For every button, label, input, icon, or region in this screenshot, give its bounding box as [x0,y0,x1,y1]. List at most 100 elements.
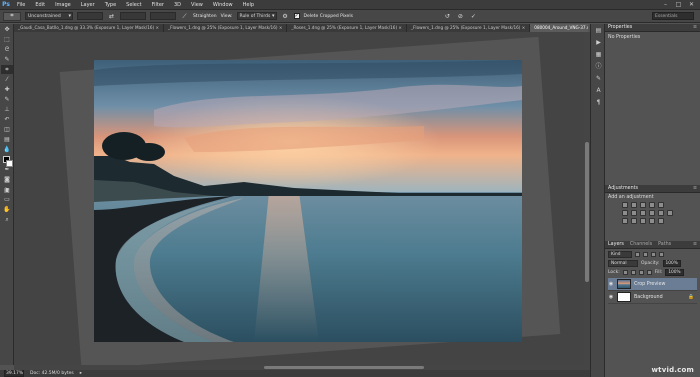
swap-icon[interactable]: ⇄ [107,12,116,21]
doc-tab[interactable]: _Flowers_1.dng @ 25% (Exposure 1, Layer … [407,24,531,32]
eyedropper-tool-icon[interactable]: ⁄ [1,75,13,84]
character-icon[interactable]: A [593,86,604,96]
close-button[interactable]: ✕ [687,1,696,8]
blur-tool-icon[interactable]: 💧 [1,145,13,154]
marquee-tool-icon[interactable]: ⬚ [1,35,13,44]
properties-tab[interactable]: Properties [608,25,632,30]
layer-row[interactable]: ◉ Background 🔒 [608,291,697,304]
history-icon[interactable]: ▤ [593,26,604,36]
vertical-scroll-thumb[interactable] [585,142,589,282]
workspace-select[interactable]: Essentials [652,12,694,20]
opacity-field[interactable]: 100% [662,260,681,267]
vibrance-icon[interactable] [658,202,664,208]
selective-color-icon[interactable] [658,218,664,224]
menu-edit[interactable]: Edit [30,0,50,10]
fill-field[interactable]: 100% [665,269,684,276]
visibility-eye-icon[interactable]: ◉ [608,294,614,300]
menu-help[interactable]: Help [238,0,259,10]
minimize-button[interactable]: – [661,1,670,8]
black-white-icon[interactable] [640,210,646,216]
threshold-icon[interactable] [640,218,646,224]
visibility-eye-icon[interactable]: ◉ [608,281,614,287]
swatches-icon[interactable]: ▦ [593,50,604,60]
filter-adjustment-icon[interactable] [643,252,648,257]
lock-transparent-icon[interactable] [622,270,628,275]
width-field[interactable] [77,12,103,20]
paths-tab[interactable]: Paths [658,242,671,247]
commit-check-icon[interactable]: ✓ [469,12,478,21]
menu-layer[interactable]: Layer [76,0,100,10]
delete-cropped-checkbox[interactable]: ✓ [293,13,300,19]
hue-saturation-icon[interactable] [622,210,628,216]
panel-menu-icon[interactable]: ≡ [693,25,697,30]
quick-select-tool-icon[interactable]: ✎ [1,55,13,64]
gradient-tool-icon[interactable]: ▤ [1,135,13,144]
exposure-icon[interactable] [649,202,655,208]
levels-icon[interactable] [631,202,637,208]
eraser-tool-icon[interactable]: ◫ [1,125,13,134]
menu-image[interactable]: Image [50,0,76,10]
menu-select[interactable]: Select [121,0,146,10]
quick-mask-icon[interactable]: ◙ [1,175,13,184]
brightness-contrast-icon[interactable] [622,202,628,208]
adjustments-panel-header[interactable]: Adjustments ≡ [605,185,700,193]
horizontal-scroll-thumb[interactable] [264,366,424,369]
clear-button[interactable] [150,12,176,20]
healing-tool-icon[interactable]: ✚ [1,85,13,94]
overlay-select[interactable]: Rule of Thirds [236,12,277,20]
filter-pixel-icon[interactable] [635,252,640,257]
straighten-button[interactable]: Straighten [193,14,217,19]
color-balance-icon[interactable] [631,210,637,216]
lasso-tool-icon[interactable]: ᘓ [1,45,13,54]
zoom-level[interactable]: 39.17% [4,370,24,377]
curves-icon[interactable] [640,202,646,208]
reset-icon[interactable]: ↺ [443,12,452,21]
layer-row[interactable]: ◉ Crop Preview [608,278,697,291]
crop-preview-image[interactable] [94,60,522,342]
brush-icon[interactable]: ✎ [593,74,604,84]
zoom-tool-icon[interactable]: ⌕ [1,215,13,224]
shape-tool-icon[interactable]: ▭ [1,195,13,204]
info-icon[interactable]: ⓘ [593,62,604,72]
maximize-button[interactable]: □ [674,1,683,8]
blend-mode-select[interactable]: Normal [608,260,638,267]
cancel-icon[interactable]: ⊘ [456,12,465,21]
menu-type[interactable]: Type [100,0,121,10]
color-lookup-icon[interactable] [667,210,673,216]
layers-tab[interactable]: Layers [608,242,624,247]
screen-mode-icon[interactable]: ▣ [1,186,13,195]
gradient-map-icon[interactable] [649,218,655,224]
menu-file[interactable]: File [12,0,30,10]
menu-window[interactable]: Window [208,0,238,10]
height-field[interactable] [120,12,146,20]
hand-tool-icon[interactable]: ✋ [1,205,13,214]
panel-menu-icon[interactable]: ≡ [693,242,697,247]
doc-size[interactable]: Doc: 42.5M/0 bytes [30,371,74,376]
straighten-icon[interactable]: ⟋ [180,12,189,21]
background-color-swatch[interactable] [6,160,13,167]
status-arrow-icon[interactable]: ▸ [80,371,82,376]
actions-icon[interactable]: ▶ [593,38,604,48]
doc-tab[interactable]: _Flowers_1.dng @ 25% (Exposure 1, Layer … [164,24,288,32]
channels-tab[interactable]: Channels [630,242,652,247]
filter-shape-icon[interactable] [659,252,664,257]
history-brush-tool-icon[interactable]: ↶ [1,115,13,124]
adjustments-tab[interactable]: Adjustments [608,186,638,191]
crop-tool-preset-icon[interactable]: ⌗ [3,11,21,21]
gear-icon[interactable]: ⚙ [281,12,290,21]
crop-tool-icon[interactable]: ⌗ [1,65,13,74]
brush-tool-icon[interactable]: ✎ [1,95,13,104]
lock-image-icon[interactable] [630,270,636,275]
document-canvas[interactable] [14,32,586,365]
menu-3d[interactable]: 3D [169,0,186,10]
move-tool-icon[interactable]: ✥ [1,25,13,34]
panel-menu-icon[interactable]: ≡ [693,186,697,191]
ratio-select[interactable]: Unconstrained [25,12,73,20]
lock-position-icon[interactable] [638,270,644,275]
paragraph-icon[interactable]: ¶ [593,98,604,108]
stamp-tool-icon[interactable]: ⊥ [1,105,13,114]
doc-tab[interactable]: _Gaudi_Casa_Batllo_1.dng @ 33.3% (Exposu… [14,24,164,32]
lock-all-icon[interactable] [646,270,652,275]
invert-icon[interactable] [622,218,628,224]
layer-filter-select[interactable]: Kind [608,251,632,258]
